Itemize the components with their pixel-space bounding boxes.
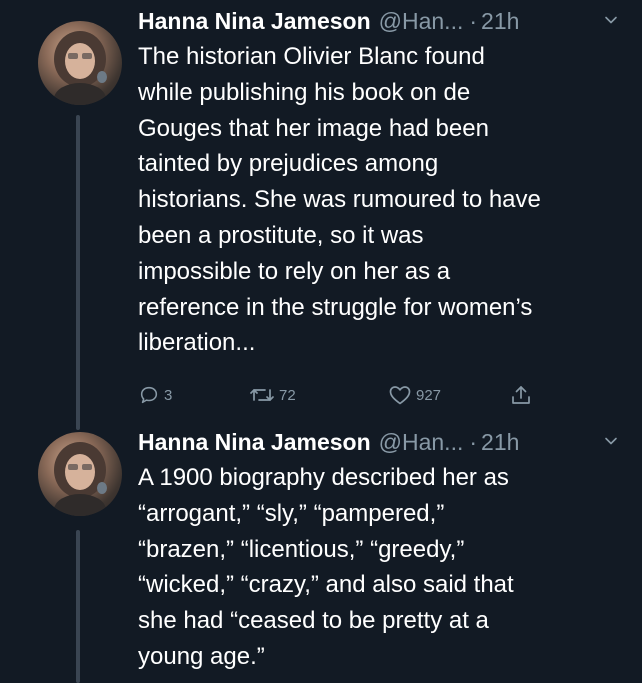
tweet-header: Hanna Nina Jameson @Han... · 21h <box>138 424 624 460</box>
reply-button[interactable]: 3 <box>138 378 172 412</box>
tweet-actions: 3 72 927 <box>138 378 558 412</box>
thread-line <box>76 115 80 430</box>
tweet-text-line: Gouges that her image had been <box>138 114 489 142</box>
avatar-photo <box>54 31 107 105</box>
avatar-photo <box>54 442 107 516</box>
tweet-text-line: The historian Olivier Blanc found <box>138 43 485 70</box>
author-handle[interactable]: @Han... <box>379 424 464 460</box>
chevron-down-icon[interactable] <box>604 434 618 448</box>
tweet-text: A 1900 biography described her as “arrog… <box>138 460 628 675</box>
tweet-2[interactable]: Hanna Nina Jameson @Han... · 21h A 1900 … <box>0 429 642 683</box>
tweet-text-line: historians. She was rumoured to have <box>138 186 541 214</box>
tweet-text-line: liberation... <box>138 329 256 357</box>
author-handle[interactable]: @Han... <box>379 3 464 39</box>
tweet-text-line: “brazen,” “licentious,” “greedy,” <box>138 535 465 563</box>
chevron-down-icon[interactable] <box>604 13 618 27</box>
thread-line <box>76 530 80 683</box>
reply-count: 3 <box>164 386 173 404</box>
tweet-text-line: reference in the struggle for women’s <box>138 293 533 321</box>
heart-icon <box>389 386 411 405</box>
tweet-text-line: she had “ceased to be pretty at a <box>138 607 489 635</box>
author-name[interactable]: Hanna Nina Jameson <box>138 424 371 460</box>
tweet-text-line: “wicked,” “crazy,” and also said that <box>138 571 514 599</box>
retweet-icon <box>250 389 274 401</box>
separator-dot: · <box>469 429 478 455</box>
tweet-text-line: been a prostitute, so it was <box>138 221 424 249</box>
timestamp[interactable]: 21h <box>481 424 519 460</box>
avatar[interactable] <box>38 432 122 516</box>
share-button[interactable] <box>509 378 533 412</box>
tweet-text-line: “arrogant,” “sly,” “pampered,” <box>138 499 445 527</box>
tweet-text-line: while publishing his book on de <box>138 78 471 106</box>
tweet-text-line: A 1900 biography described her as <box>138 464 509 491</box>
separator-dot: · <box>469 8 478 34</box>
timestamp[interactable]: 21h <box>481 3 519 39</box>
author-name[interactable]: Hanna Nina Jameson <box>138 3 371 39</box>
tweet-1[interactable]: Hanna Nina Jameson @Han... · 21h The his… <box>0 0 642 430</box>
avatar[interactable] <box>38 21 122 105</box>
like-count: 927 <box>416 386 442 404</box>
tweet-text-line: impossible to rely on her as a <box>138 257 451 285</box>
retweet-button[interactable]: 72 <box>249 378 296 412</box>
retweet-count: 72 <box>279 386 296 404</box>
tweet-text-line: young age.” <box>138 642 265 670</box>
like-button[interactable]: 927 <box>388 378 441 412</box>
reply-icon <box>140 386 158 404</box>
tweet-text: The historian Olivier Blanc found while … <box>138 39 628 361</box>
tweet-header: Hanna Nina Jameson @Han... · 21h <box>138 3 624 39</box>
share-icon <box>512 386 530 404</box>
tweet-text-line: tainted by prejudices among <box>138 150 439 178</box>
